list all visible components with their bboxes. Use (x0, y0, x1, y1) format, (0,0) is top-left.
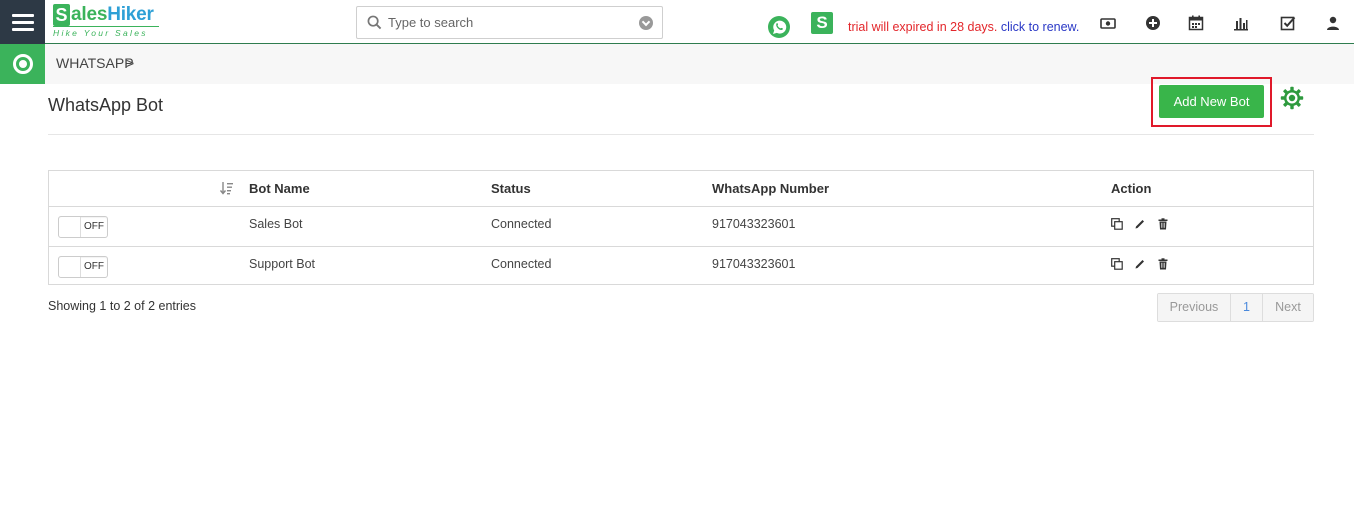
module-icon (0, 44, 45, 84)
whatsapp-icon[interactable] (767, 15, 791, 39)
bot-number: 917043323601 (712, 257, 796, 271)
trash-icon[interactable] (1157, 218, 1169, 230)
calendar-icon[interactable] (1188, 15, 1204, 31)
search-box[interactable]: Type to search (356, 6, 663, 39)
bot-name: Support Bot (249, 257, 316, 271)
column-bot-name[interactable]: Bot Name (249, 181, 310, 196)
user-icon[interactable] (1325, 15, 1341, 31)
next-button[interactable]: Next (1263, 294, 1313, 321)
copy-icon[interactable] (1111, 218, 1123, 230)
bots-table: Bot Name Status WhatsApp Number Action O… (48, 170, 1314, 285)
table-header: Bot Name Status WhatsApp Number Action (49, 171, 1313, 207)
bot-number: 917043323601 (712, 217, 796, 231)
trial-notice: trial will expired in 28 days. click to … (848, 20, 1080, 34)
bar-chart-icon[interactable] (1233, 15, 1249, 31)
column-status[interactable]: Status (491, 181, 531, 196)
page-title: WhatsApp Bot (48, 95, 164, 115)
search-input[interactable]: Type to search (388, 15, 473, 30)
renew-link[interactable]: click to renew. (1001, 20, 1080, 34)
row-actions (1111, 218, 1169, 230)
page-1-button[interactable]: 1 (1231, 294, 1263, 321)
entries-info: Showing 1 to 2 of 2 entries (48, 299, 197, 313)
table-row: OFF Sales Bot Connected 917043323601 (49, 207, 1313, 246)
copy-icon[interactable] (1111, 258, 1123, 270)
logo-mark: S (53, 4, 70, 26)
saleshiker-logo[interactable]: S alesHiker Hike Your Sales (53, 4, 163, 40)
add-circle-icon[interactable] (1145, 15, 1161, 31)
add-new-bot-button[interactable]: Add New Bot (1159, 85, 1264, 118)
bot-status: Connected (491, 217, 552, 231)
saleshiker-app-icon[interactable]: S (811, 12, 833, 34)
money-icon[interactable] (1100, 15, 1116, 31)
chevron-down-icon[interactable] (639, 16, 653, 30)
pagination: Previous 1 Next (1157, 293, 1314, 322)
column-action: Action (1111, 181, 1152, 196)
bot-status-toggle[interactable]: OFF (58, 216, 108, 238)
search-icon (367, 15, 382, 30)
sort-icon[interactable] (220, 181, 234, 195)
trash-icon[interactable] (1157, 258, 1169, 270)
table-row: OFF Support Bot Connected 917043323601 (49, 246, 1313, 285)
bot-status: Connected (491, 257, 552, 271)
logo-wordmark: alesHiker (71, 4, 154, 25)
gear-icon[interactable] (1280, 86, 1304, 110)
logo-underline (53, 26, 159, 27)
row-actions (1111, 258, 1169, 270)
column-whatsapp-number[interactable]: WhatsApp Number (712, 181, 829, 196)
menu-icon[interactable] (0, 0, 45, 44)
previous-button[interactable]: Previous (1158, 294, 1231, 321)
bot-status-toggle[interactable]: OFF (58, 256, 108, 278)
edit-icon[interactable] (1134, 218, 1146, 230)
bot-name: Sales Bot (249, 217, 303, 231)
header-divider (48, 134, 1314, 135)
top-bar: S alesHiker Hike Your Sales Type to sear… (0, 0, 1354, 44)
highlight-box: Add New Bot (1151, 77, 1272, 127)
breadcrumb-item-whatsapp[interactable]: WHATSAPP (56, 55, 134, 71)
task-check-icon[interactable] (1280, 15, 1296, 31)
edit-icon[interactable] (1134, 258, 1146, 270)
chevron-right-icon: > (126, 55, 135, 71)
logo-tagline: Hike Your Sales (53, 28, 148, 38)
